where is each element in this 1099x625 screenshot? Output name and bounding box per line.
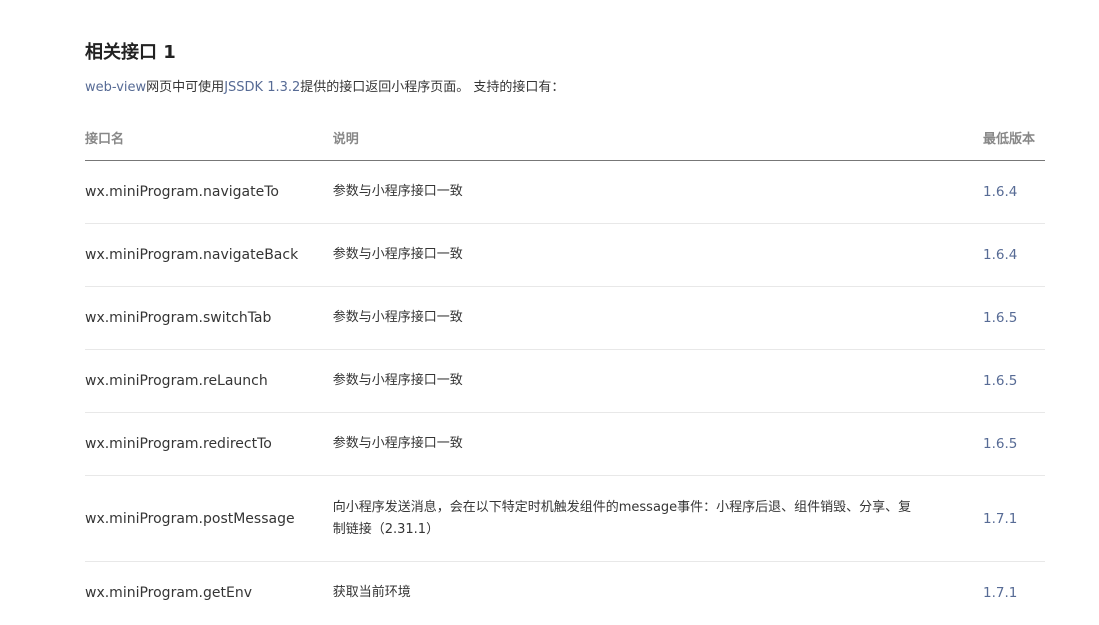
api-desc: 参数与小程序接口一致 — [332, 160, 984, 224]
api-version: 1.6.4 — [983, 223, 1045, 287]
table-row: wx.miniProgram.navigateBack 参数与小程序接口一致 1… — [85, 223, 1045, 287]
api-desc: 获取当前环境 — [332, 585, 411, 601]
api-name: wx.miniProgram.reLaunch — [85, 349, 333, 413]
intro-text-1: 网页中可使用 — [146, 80, 225, 95]
jssdk-version: JSSDK 1.3.2 — [224, 80, 301, 95]
api-desc: 参数与小程序接口一致 — [332, 349, 984, 413]
section-title: 相关接口 1 — [85, 42, 176, 63]
api-desc: 参数与小程序接口一致 — [332, 286, 984, 350]
api-version: 1.7.1 — [983, 475, 1045, 562]
api-name: wx.miniProgram.navigateBack — [85, 223, 333, 287]
header-desc: 说明 — [332, 115, 984, 161]
table-row: wx.miniProgram.redirectTo 参数与小程序接口一致 1.6… — [85, 412, 1045, 476]
api-name: wx.miniProgram.navigateTo — [85, 160, 333, 224]
intro-paragraph: web-view网页中可使用JSSDK 1.3.2提供的接口返回小程序页面。 支… — [85, 79, 1045, 97]
table-header-row: 接口名 说明 最低版本 — [85, 115, 1045, 161]
doc-content: 相关接口 1 web-view网页中可使用JSSDK 1.3.2提供的接口返回小… — [85, 40, 1045, 625]
api-table: 接口名 说明 最低版本 wx.miniProgram.navigateTo 参数… — [85, 115, 1045, 625]
api-version: 1.6.5 — [983, 412, 1045, 476]
api-version: 1.6.5 — [983, 349, 1045, 413]
api-name: wx.miniProgram.postMessage — [85, 475, 333, 562]
api-desc: 参数与小程序接口一致 — [332, 223, 984, 287]
header-version: 最低版本 — [983, 115, 1045, 161]
table-row: wx.miniProgram.navigateTo 参数与小程序接口一致 1.6… — [85, 160, 1045, 224]
api-name: wx.miniProgram.getEnv — [85, 585, 252, 602]
table-row: wx.miniProgram.getEnv 获取当前环境 1.7.1 — [85, 562, 1045, 625]
api-name: wx.miniProgram.redirectTo — [85, 412, 333, 476]
api-version: 1.6.5 — [983, 286, 1045, 350]
api-version: 1.7.1 — [983, 585, 1018, 602]
table-row: wx.miniProgram.reLaunch 参数与小程序接口一致 1.6.5 — [85, 349, 1045, 413]
api-desc: 参数与小程序接口一致 — [332, 412, 984, 476]
table-row: wx.miniProgram.switchTab 参数与小程序接口一致 1.6.… — [85, 286, 1045, 350]
api-desc: 向小程序发送消息，会在以下特定时机触发组件的message事件：小程序后退、组件… — [332, 475, 984, 562]
header-name: 接口名 — [85, 115, 333, 161]
api-name: wx.miniProgram.switchTab — [85, 286, 333, 350]
web-view-link[interactable]: web-view — [85, 80, 146, 95]
table-row: wx.miniProgram.postMessage 向小程序发送消息，会在以下… — [85, 475, 1045, 562]
intro-text-2: 提供的接口返回小程序页面。 支持的接口有： — [300, 80, 565, 95]
api-version: 1.6.4 — [983, 160, 1045, 224]
